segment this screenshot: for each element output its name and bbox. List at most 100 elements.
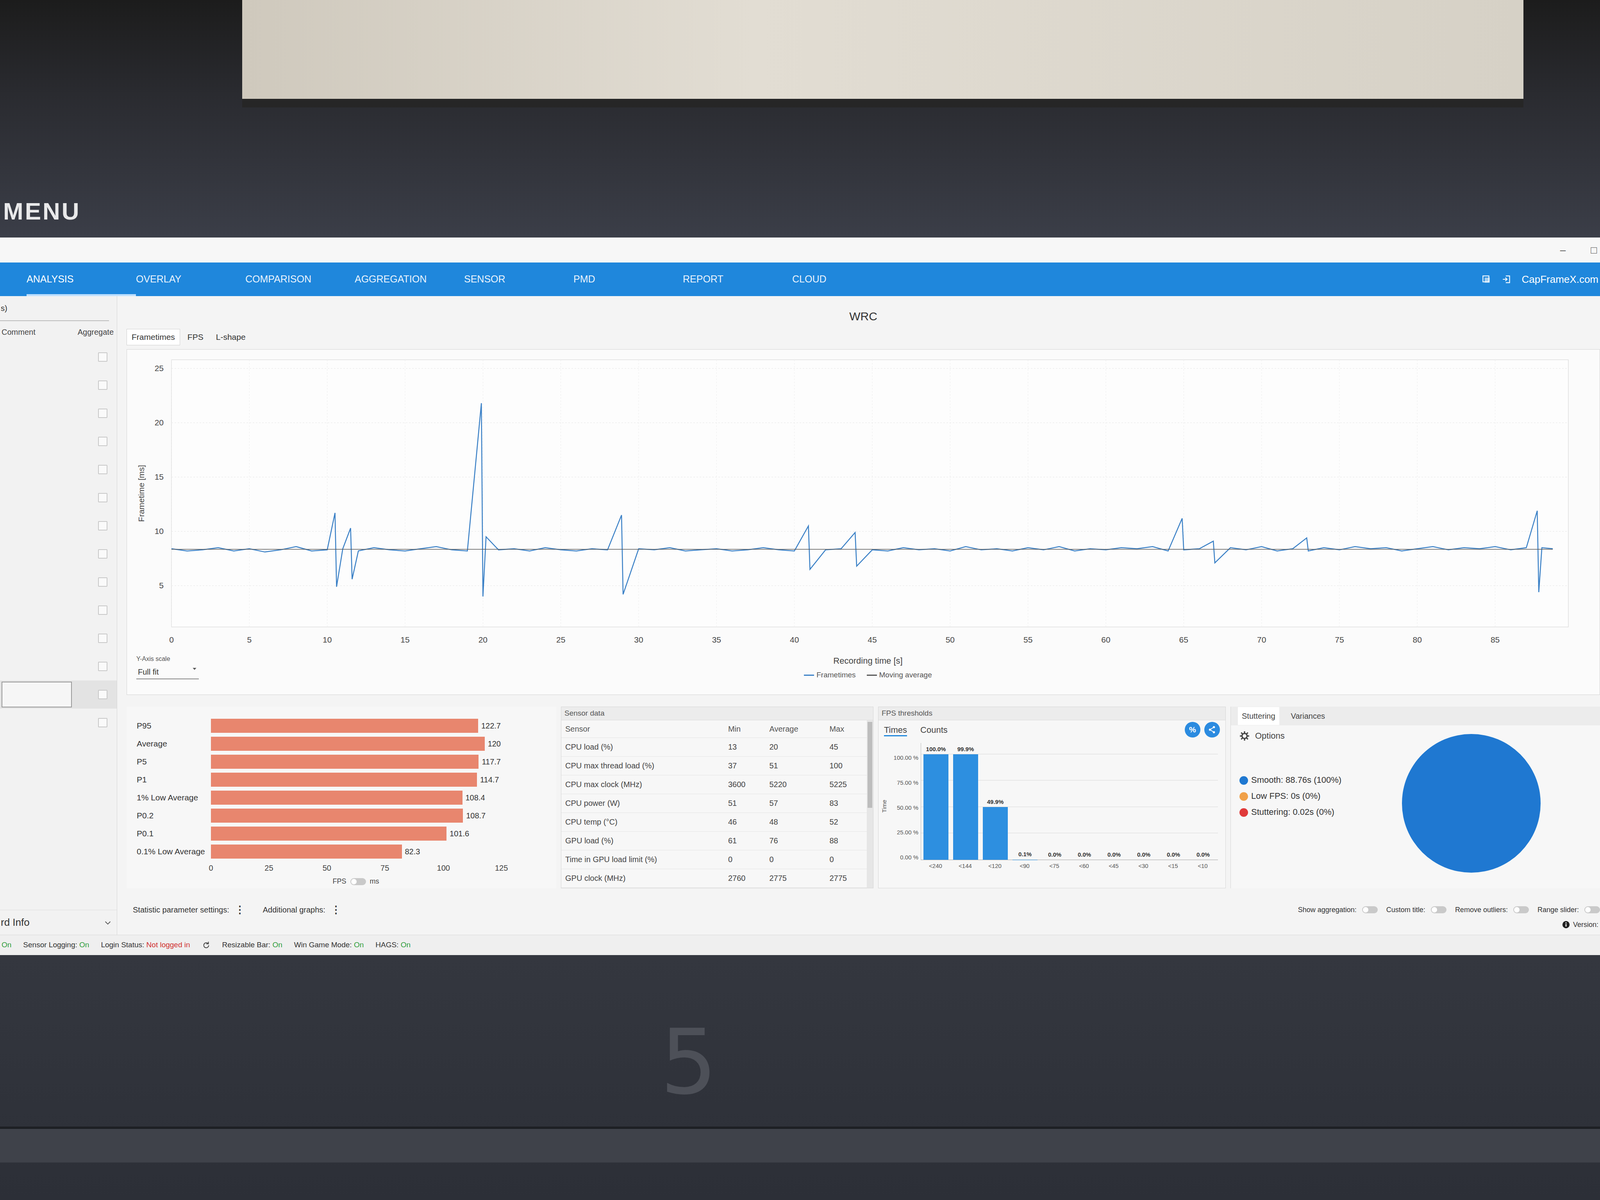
settings-item[interactable]: Statistic parameter settings:⋮: [132, 902, 245, 918]
chart-tab[interactable]: L-shape: [210, 328, 251, 346]
column-header: Max: [825, 720, 867, 738]
y-ticks: 100.00 %75.00 %50.00 %25.00 %0.00 %: [890, 754, 921, 861]
nav-tab[interactable]: AGGREGATION: [354, 262, 465, 297]
category-label: <45: [1098, 861, 1129, 871]
toggle-switch[interactable]: [1513, 906, 1529, 914]
gear-icon: [1239, 730, 1250, 742]
share-button[interactable]: [1204, 721, 1220, 738]
stat-bar: [210, 808, 463, 823]
stat-label: P0.2: [136, 809, 211, 822]
record-row[interactable]: [0, 539, 117, 568]
aggregate-checkbox[interactable]: [98, 436, 108, 447]
unit-toggle-row: FPSms: [210, 876, 501, 887]
record-row[interactable]: [0, 624, 117, 653]
comment-field[interactable]: [1, 681, 72, 708]
settings-item[interactable]: Additional graphs:⋮: [262, 902, 342, 918]
stat-label: P5: [136, 755, 211, 768]
aggregate-checkbox[interactable]: [98, 408, 108, 418]
aggregate-checkbox[interactable]: [98, 521, 108, 531]
sensor-cell: 0: [825, 850, 867, 869]
bar-value: 0.0%: [1077, 850, 1092, 860]
unit-toggle[interactable]: [350, 878, 367, 886]
aggregate-checkbox[interactable]: [98, 549, 108, 559]
sensor-row: CPU power (W)515783: [561, 793, 867, 813]
record-row[interactable]: [0, 567, 117, 597]
info-expander[interactable]: rd Info: [0, 909, 117, 935]
percent-button[interactable]: %: [1184, 721, 1201, 738]
record-row[interactable]: [0, 680, 117, 709]
scroll-thumb[interactable]: [867, 721, 873, 808]
chart-footer: Y-Axis scaleFull fit Recording time [s]F…: [126, 654, 1600, 681]
nav-tab[interactable]: ANALYSIS: [26, 262, 136, 297]
site-link[interactable]: CapFrameX.com: [1521, 271, 1599, 288]
sensor-cell: 76: [765, 831, 826, 850]
nav-tab[interactable]: OVERLAY: [135, 262, 246, 297]
threshold-tab[interactable]: Counts: [920, 723, 948, 737]
record-row[interactable]: [0, 455, 117, 484]
record-row[interactable]: [0, 596, 117, 625]
aggregate-checkbox[interactable]: [98, 661, 108, 672]
toggle-switch[interactable]: [1362, 906, 1378, 914]
grid-line: [1105, 359, 1106, 627]
category-label: <75: [1039, 861, 1070, 871]
stat-track: 122.7: [210, 718, 501, 733]
aggregate-checkbox[interactable]: [98, 577, 108, 587]
minimize-button[interactable]: –: [1560, 242, 1566, 258]
scrollbar[interactable]: [866, 720, 874, 888]
threshold-column: 0.0%: [1188, 850, 1218, 861]
aggregate-checkbox[interactable]: [98, 352, 108, 362]
record-row[interactable]: [0, 652, 117, 681]
record-row[interactable]: [0, 511, 117, 540]
stuttering-tab[interactable]: Variances: [1291, 710, 1325, 722]
sensor-cell: CPU max clock (MHz): [561, 775, 725, 794]
record-row[interactable]: [0, 399, 117, 428]
y-axis: Time: [878, 742, 891, 871]
y-scale-dropdown[interactable]: Full fit: [136, 665, 199, 680]
sensor-cell: 88: [825, 831, 867, 850]
toggle-item: Range slider:: [1537, 904, 1600, 916]
nav-tab[interactable]: COMPARISON: [245, 262, 355, 297]
legend-item: Smooth: 88.76s (100%): [1239, 773, 1395, 787]
aggregate-checkbox[interactable]: [98, 605, 108, 615]
aggregate-checkbox[interactable]: [98, 380, 108, 390]
stat-label: 1% Low Average: [136, 791, 211, 804]
record-row[interactable]: [0, 427, 117, 456]
record-row[interactable]: [0, 342, 117, 372]
options-button[interactable]: Options: [1239, 729, 1395, 743]
sensor-cell: 83: [825, 793, 867, 813]
aggregate-checkbox[interactable]: [98, 492, 108, 503]
toggle-switch[interactable]: [1584, 906, 1600, 914]
grid-line: [1261, 359, 1262, 627]
maximize-button[interactable]: □: [1590, 242, 1597, 258]
aggregate-checkbox[interactable]: [98, 689, 108, 700]
bar-value: 0.0%: [1048, 850, 1062, 860]
threshold-chart: Time100.00 %75.00 %50.00 %25.00 %0.00 %1…: [878, 739, 1226, 871]
table-body: CPU load (%)132045CPU max thread load (%…: [561, 737, 867, 888]
aggregate-checkbox[interactable]: [98, 633, 108, 643]
background-screen: [242, 0, 1524, 108]
nav-tab[interactable]: CLOUD: [792, 262, 902, 297]
aggregate-checkbox[interactable]: [98, 717, 108, 728]
chart-tab[interactable]: Frametimes: [126, 328, 181, 346]
x-tick: 35: [712, 635, 722, 645]
aggregate-checkbox[interactable]: [98, 464, 108, 475]
record-row[interactable]: [0, 371, 117, 400]
plot-frame: [171, 359, 1569, 627]
category-label: <144: [950, 861, 981, 871]
category-label: <10: [1187, 861, 1218, 871]
record-row[interactable]: [0, 708, 117, 737]
y-tick: 50.00 %: [890, 804, 919, 811]
y-scale-value: Full fit: [137, 666, 159, 678]
nav-tab[interactable]: REPORT: [682, 262, 793, 297]
sensor-cell: CPU power (W): [561, 793, 725, 813]
bar-value: 0.1%: [1018, 850, 1032, 859]
chart-tab[interactable]: FPS: [182, 328, 209, 346]
x-tick: 10: [322, 635, 332, 645]
nav-tab[interactable]: PMD: [573, 262, 683, 297]
threshold-tab[interactable]: Times: [883, 723, 908, 737]
nav-tab[interactable]: SENSOR: [464, 262, 574, 297]
stuttering-tab[interactable]: Stuttering: [1237, 707, 1280, 725]
record-row[interactable]: [0, 483, 117, 512]
legend-label: Stuttering: 0.02s (0%): [1251, 807, 1335, 817]
toggle-switch[interactable]: [1430, 906, 1447, 914]
